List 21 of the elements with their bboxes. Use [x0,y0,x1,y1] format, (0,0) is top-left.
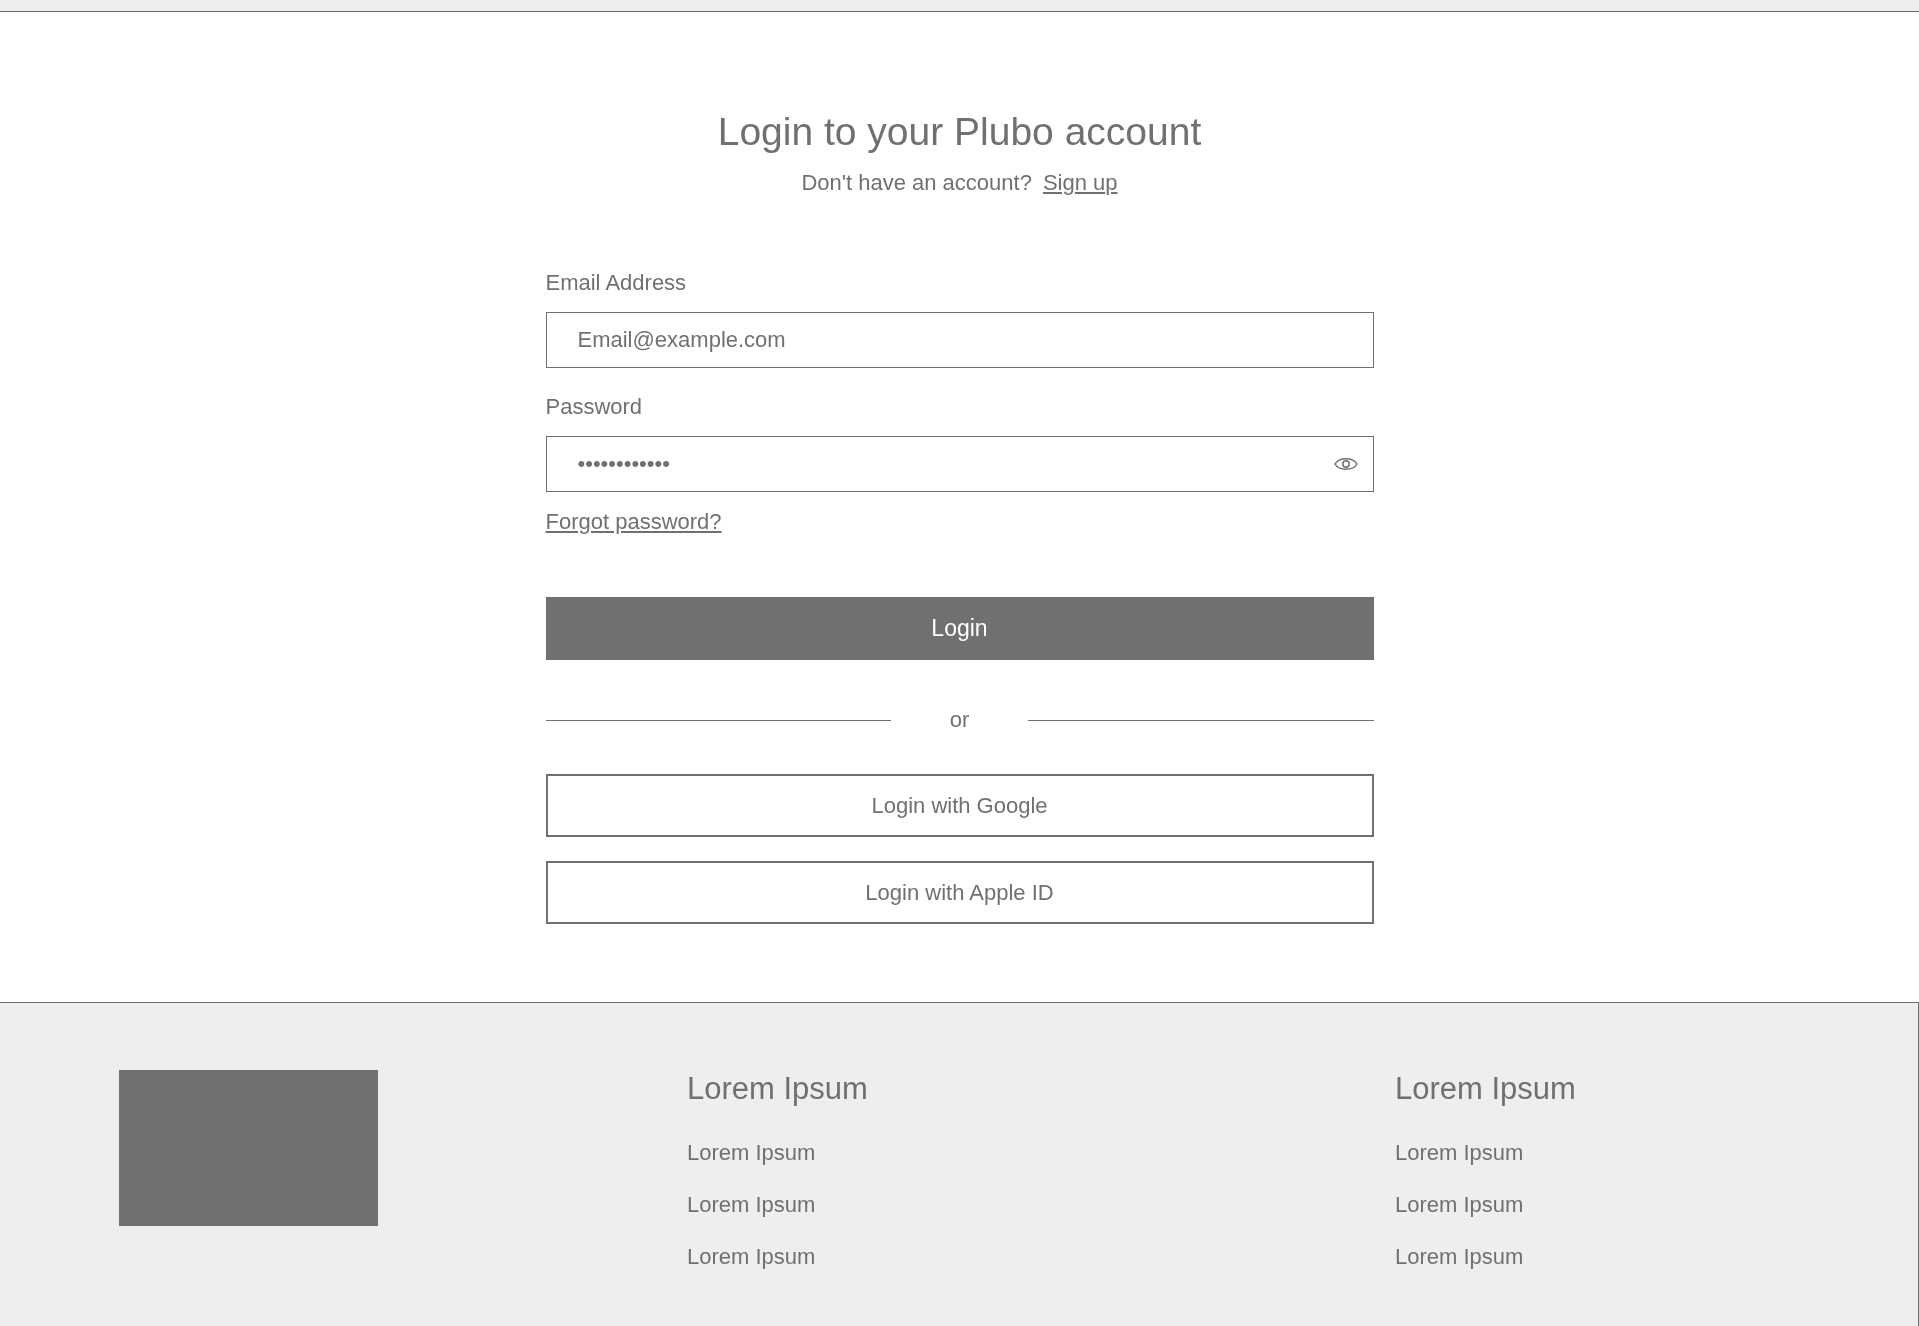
footer-heading: Lorem Ipsum [687,1070,869,1108]
footer-heading: Lorem Ipsum [1395,1070,1577,1108]
social-login-button[interactable]: Login with Apple ID [545,861,1374,924]
social-login-button[interactable]: Login with Google [545,774,1374,837]
email-label: Email Address [545,270,688,296]
signup-prompt: Don't have an account? [801,170,1032,196]
divider-label: or [948,707,971,733]
forgot-password-link[interactable]: Forgot password? [545,509,722,535]
login-button[interactable]: Login [545,597,1374,660]
footer-link[interactable]: Lorem Ipsum [1395,1140,1919,1166]
eye-icon[interactable] [1333,456,1358,472]
footer-link[interactable]: Lorem Ipsum [687,1140,1395,1166]
page-title: Login to your Plubo account [716,109,1203,155]
signup-link[interactable]: Sign up [1042,170,1118,196]
footer-link[interactable]: Lorem Ipsum [1395,1192,1919,1218]
footer-link[interactable]: Lorem Ipsum [1395,1244,1919,1270]
password-label: Password [545,394,644,420]
email-field[interactable]: Email@example.com [545,312,1374,368]
password-field[interactable]: •••••••••••• [545,436,1374,492]
footer-link[interactable]: Lorem Ipsum [687,1244,1395,1270]
footer-link[interactable]: Lorem Ipsum [687,1192,1395,1218]
